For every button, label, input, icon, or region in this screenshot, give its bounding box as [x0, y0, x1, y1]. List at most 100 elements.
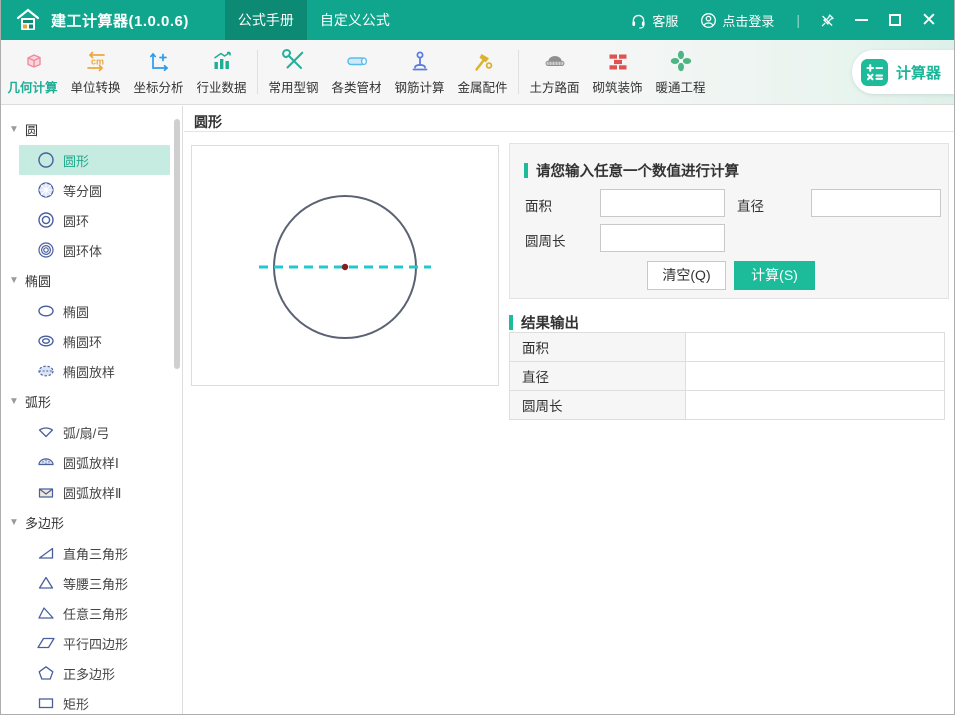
sidebar-item-any-triangle[interactable]: 任意三角形 — [19, 598, 170, 628]
titlebar-divider: | — [796, 12, 800, 28]
toolbar-item-coordinate[interactable]: 坐标分析 — [127, 44, 190, 100]
pin-button[interactable] — [814, 7, 840, 33]
bar-chart-icon — [213, 51, 231, 69]
sidebar-group-polygon[interactable]: ▼ 多边形 — [1, 507, 182, 538]
content-header: 圆形 — [184, 106, 954, 132]
road-roller-icon — [545, 55, 564, 66]
sidebar-item-ellipse[interactable]: 椭圆 — [19, 296, 170, 326]
chevron-down-icon: ▼ — [9, 396, 19, 407]
sidebar-item-rectangle[interactable]: 矩形 — [19, 688, 170, 714]
chevron-down-icon: ▼ — [9, 517, 19, 528]
ellipse-icon — [38, 305, 54, 317]
calculator-icon — [861, 58, 888, 86]
sidebar-item-arc-lofting-1[interactable]: 圆弧放样Ⅰ — [19, 447, 170, 477]
circle-diagram-svg — [259, 195, 431, 339]
sidebar-item-ring[interactable]: 圆环 — [19, 205, 170, 235]
input-panel: 请您输入任意一个数值进行计算 面积 直径 圆周长 清空(Q) 计算(S) — [509, 143, 949, 299]
result-header: 结果输出 — [509, 312, 579, 333]
pipe-icon — [346, 56, 367, 65]
clear-button[interactable]: 清空(Q) — [647, 261, 726, 290]
sidebar-item-right-triangle[interactable]: 直角三角形 — [19, 538, 170, 568]
ellipse-ring-icon — [38, 335, 54, 347]
result-section-title: 结果输出 — [521, 316, 579, 332]
toolbar-item-metal-parts[interactable]: 金属配件 — [451, 44, 514, 100]
table-row: 直径 — [509, 361, 945, 391]
ring-icon — [38, 212, 54, 228]
tools-icon — [281, 48, 303, 69]
rectangle-icon — [38, 698, 54, 709]
geometry-cube-icon — [26, 53, 41, 68]
toolbar-separator — [518, 50, 519, 94]
customer-service-button[interactable]: 客服 — [630, 11, 678, 30]
calculate-button[interactable]: 计算(S) — [734, 261, 815, 290]
sidebar-group-arc[interactable]: ▼ 弧形 — [1, 386, 182, 417]
circle-diagram — [191, 145, 499, 386]
pin-icon — [821, 13, 834, 27]
hammer-icon — [474, 53, 492, 71]
sidebar-item-isosceles-triangle[interactable]: 等腰三角形 — [19, 568, 170, 598]
toolbar-item-earthwork[interactable]: 土方路面 — [523, 44, 586, 100]
close-button[interactable]: ✕ — [916, 7, 942, 33]
minimize-button[interactable] — [848, 7, 874, 33]
bricks-icon — [609, 54, 626, 69]
toolbar-item-unit-convert[interactable]: cm 单位转换 — [64, 44, 127, 100]
result-area-label: 面积 — [509, 332, 686, 362]
result-table: 面积 直径 圆周长 — [509, 332, 945, 420]
sidebar-item-parallelogram[interactable]: 平行四边形 — [19, 628, 170, 658]
isosceles-triangle-icon — [38, 576, 54, 589]
toolbar-item-rebar[interactable]: 钢筋计算 — [388, 44, 451, 100]
area-input[interactable] — [600, 189, 725, 217]
unit-convert-icon: cm — [86, 51, 105, 71]
calculator-button[interactable]: 计算器 — [852, 50, 954, 94]
toolbar-item-steel[interactable]: 常用型钢 — [262, 44, 325, 100]
sidebar-group-ellipse[interactable]: ▼ 椭圆 — [1, 265, 182, 296]
sidebar-group-circle[interactable]: ▼ 圆 — [1, 114, 182, 145]
toolbar-item-geometry[interactable]: 几何计算 — [1, 44, 64, 100]
circumference-input[interactable] — [600, 224, 725, 252]
login-button[interactable]: 点击登录 — [700, 11, 774, 30]
sidebar-item-arc-fan-bow[interactable]: 弧/扇/弓 — [19, 417, 170, 447]
toolbar-item-masonry[interactable]: 砌筑装饰 — [586, 44, 649, 100]
customer-service-label: 客服 — [652, 13, 679, 29]
result-circumference-label: 圆周长 — [509, 390, 686, 420]
result-circumference-value — [685, 390, 945, 420]
circle-icon — [38, 152, 54, 168]
sidebar-item-ellipse-lofting[interactable]: 椭圆放样 — [19, 356, 170, 386]
close-icon: ✕ — [921, 9, 937, 31]
sidebar: ▼ 圆 圆形 等分圆 圆环 圆环体 ▼ 椭圆 椭圆 椭圆环 椭圆放样 ▼ 弧形 … — [1, 106, 183, 714]
sidebar-item-ring-body[interactable]: 圆环体 — [19, 235, 170, 265]
pentagon-icon — [38, 666, 54, 680]
maximize-button[interactable] — [882, 7, 908, 33]
tab-formula-manual[interactable]: 公式手册 — [224, 0, 307, 40]
main-content: 圆形 请您输入任意一个数值进行计算 面积 直径 圆周长 清空(Q) 计算(S) — [184, 106, 954, 714]
diameter-input[interactable] — [811, 189, 941, 217]
page-title: 圆形 — [194, 114, 222, 130]
toolbar-item-industry-data[interactable]: 行业数据 — [190, 44, 253, 100]
coordinate-axes-icon — [149, 52, 168, 71]
rebar-icon — [412, 51, 427, 70]
maximize-icon — [889, 14, 901, 26]
table-row: 圆周长 — [509, 390, 945, 420]
sidebar-scrollbar[interactable] — [174, 119, 180, 369]
divided-circle-icon — [38, 182, 54, 198]
tab-custom-formula[interactable]: 自定义公式 — [307, 0, 403, 40]
sidebar-item-arc-lofting-2[interactable]: 圆弧放样Ⅱ — [19, 477, 170, 507]
table-row: 面积 — [509, 332, 945, 362]
toolbar: 几何计算 cm 单位转换 坐标分析 行业数据 常用型钢 各类管材 钢筋计算 金属… — [1, 40, 954, 105]
toolbar-item-pipes[interactable]: 各类管材 — [325, 44, 388, 100]
sidebar-item-circle[interactable]: 圆形 — [19, 145, 170, 175]
toolbar-item-hvac[interactable]: 暖通工程 — [649, 44, 712, 100]
app-window: 建工计算器(1.0.0.6) 公式手册 自定义公式 客服 点击登录 | ✕ 几何… — [0, 0, 955, 715]
circumference-label: 圆周长 — [525, 234, 566, 249]
sidebar-item-regular-polygon[interactable]: 正多边形 — [19, 658, 170, 688]
sidebar-item-ellipse-ring[interactable]: 椭圆环 — [19, 326, 170, 356]
section-accent-bar — [509, 315, 513, 330]
title-bar: 建工计算器(1.0.0.6) 公式手册 自定义公式 客服 点击登录 | ✕ — [1, 0, 954, 40]
toolbar-separator — [257, 50, 258, 94]
user-icon — [701, 12, 717, 28]
chevron-down-icon: ▼ — [9, 275, 19, 286]
arc-lofting-2-icon — [38, 488, 54, 498]
center-dot — [341, 263, 349, 271]
titlebar-tabs: 公式手册 自定义公式 — [224, 0, 403, 40]
sidebar-item-divided-circle[interactable]: 等分圆 — [19, 175, 170, 205]
